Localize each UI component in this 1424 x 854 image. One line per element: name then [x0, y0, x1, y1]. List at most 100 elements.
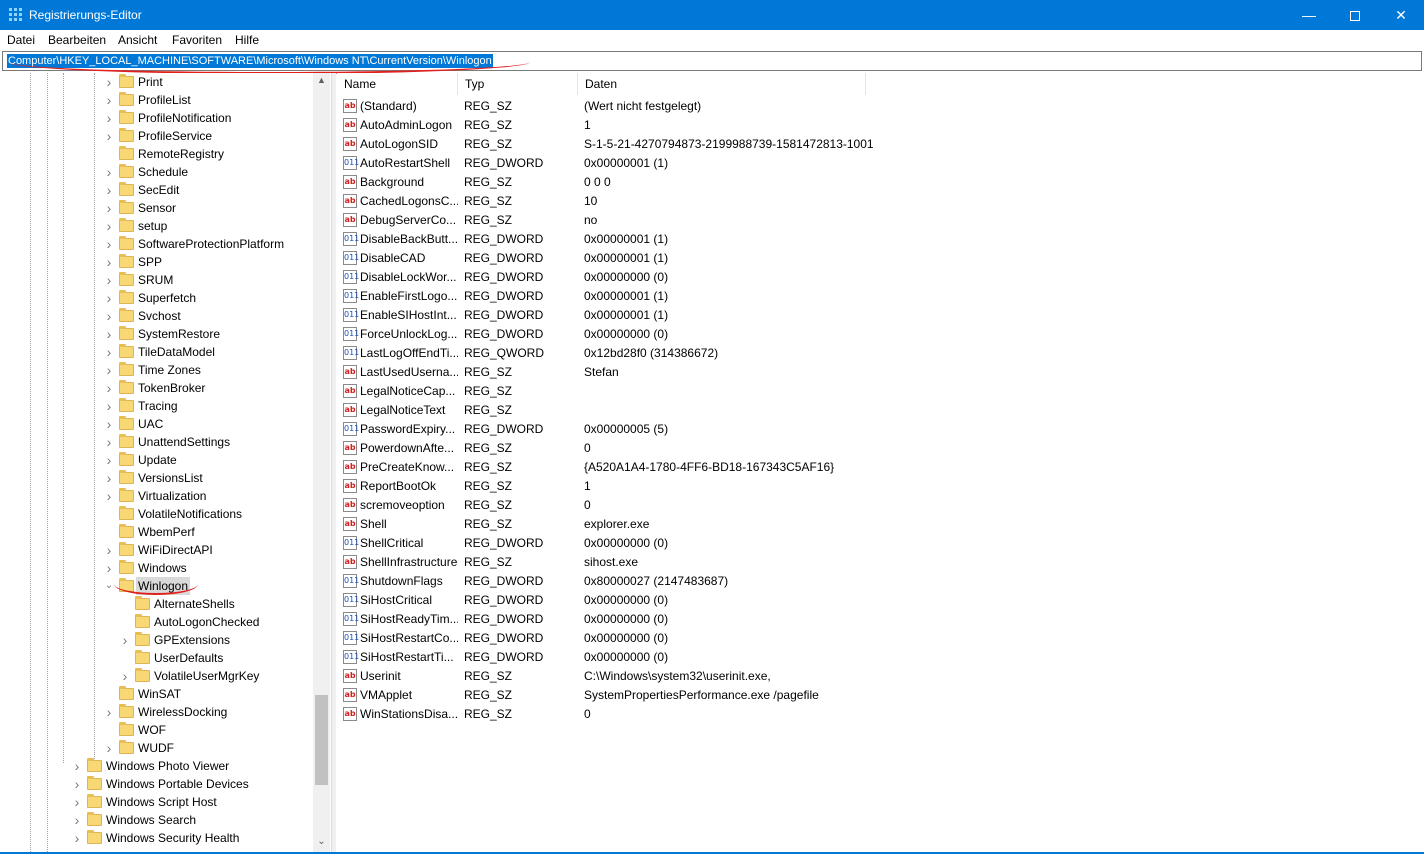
column-header-typ[interactable]: Typ — [458, 73, 578, 95]
tree-item[interactable]: AutoLogonChecked — [0, 613, 313, 631]
tree-item[interactable]: › TileDataModel — [0, 343, 313, 361]
menu-hilfe[interactable]: Hilfe — [235, 33, 259, 47]
table-row[interactable]: ab CachedLogonsC... REG_SZ 10 — [337, 192, 1424, 211]
scroll-up-icon[interactable]: ▲ — [313, 75, 330, 85]
table-row[interactable]: 011 DisableBackButt... REG_DWORD 0x00000001… — [337, 230, 1424, 249]
chevron-right-icon[interactable]: › — [104, 271, 114, 289]
chevron-right-icon[interactable]: › — [104, 307, 114, 325]
chevron-right-icon[interactable]: › — [104, 739, 114, 757]
close-button[interactable]: ✕ — [1378, 0, 1424, 30]
tree-item[interactable]: › UAC — [0, 415, 313, 433]
table-row[interactable]: ab PreCreateKnow... REG_SZ {A520A1A4-1780-4… — [337, 458, 1424, 477]
tree-item[interactable]: WbemPerf — [0, 523, 313, 541]
tree-item[interactable]: RemoteRegistry — [0, 145, 313, 163]
table-row[interactable]: ab LastUsedUserna... REG_SZ Stefan — [337, 363, 1424, 382]
table-row[interactable]: ab Userinit REG_SZ C:\Windows\system32\user… — [337, 667, 1424, 686]
chevron-right-icon[interactable]: › — [72, 829, 82, 847]
chevron-right-icon[interactable]: › — [104, 397, 114, 415]
menu-favoriten[interactable]: Favoriten — [172, 33, 222, 47]
column-header-daten[interactable]: Daten — [578, 73, 866, 95]
tree-item[interactable]: WOF — [0, 721, 313, 739]
table-row[interactable]: ab AutoAdminLogon REG_SZ 1 — [337, 116, 1424, 135]
tree-scrollbar[interactable]: ▲ ⌄ — [313, 73, 330, 852]
tree-item[interactable]: › Windows Photo Viewer — [0, 757, 313, 775]
chevron-right-icon[interactable]: › — [120, 631, 130, 649]
chevron-right-icon[interactable]: › — [72, 793, 82, 811]
chevron-right-icon[interactable]: › — [104, 73, 114, 91]
tree-item[interactable]: › Schedule — [0, 163, 313, 181]
tree-item[interactable]: › Virtualization — [0, 487, 313, 505]
scrollbar-thumb[interactable] — [315, 695, 328, 785]
chevron-right-icon[interactable]: › — [104, 289, 114, 307]
tree-item[interactable]: › ProfileNotification — [0, 109, 313, 127]
tree-item[interactable]: › SRUM — [0, 271, 313, 289]
chevron-right-icon[interactable]: › — [104, 451, 114, 469]
chevron-right-icon[interactable]: › — [104, 703, 114, 721]
chevron-down-icon[interactable]: ⌄ — [104, 577, 114, 595]
tree-item[interactable]: › WiFiDirectAPI — [0, 541, 313, 559]
chevron-right-icon[interactable]: › — [104, 181, 114, 199]
column-header-name[interactable]: Name — [337, 73, 458, 95]
chevron-right-icon[interactable]: › — [104, 415, 114, 433]
tree-item[interactable]: › Windows Portable Devices — [0, 775, 313, 793]
tree-item[interactable]: › GPExtensions — [0, 631, 313, 649]
table-row[interactable]: ab Background REG_SZ 0 0 0 — [337, 173, 1424, 192]
tree-item[interactable]: › Update — [0, 451, 313, 469]
tree-item[interactable]: AlternateShells — [0, 595, 313, 613]
tree-item[interactable]: › ProfileService — [0, 127, 313, 145]
chevron-right-icon[interactable]: › — [104, 91, 114, 109]
chevron-right-icon[interactable]: › — [104, 325, 114, 343]
table-row[interactable]: ab ReportBootOk REG_SZ 1 — [337, 477, 1424, 496]
tree-item[interactable]: UserDefaults — [0, 649, 313, 667]
pane-splitter[interactable] — [332, 73, 336, 854]
chevron-right-icon[interactable]: › — [104, 469, 114, 487]
menu-bearbeiten[interactable]: Bearbeiten — [48, 33, 106, 47]
tree-item[interactable]: › WirelessDocking — [0, 703, 313, 721]
tree-item[interactable]: › VersionsList — [0, 469, 313, 487]
tree-item[interactable]: › Windows Script Host — [0, 793, 313, 811]
table-row[interactable]: ab AutoLogonSID REG_SZ S-1-5-21-4270794873-… — [337, 135, 1424, 154]
table-row[interactable]: ab (Standard) REG_SZ (Wert nicht festgelegt… — [337, 97, 1424, 116]
tree-item[interactable]: › SecEdit — [0, 181, 313, 199]
scroll-down-icon[interactable]: ⌄ — [313, 836, 330, 847]
tree-item[interactable]: › Sensor — [0, 199, 313, 217]
tree-item[interactable]: › ProfileList — [0, 91, 313, 109]
table-row[interactable]: ab PowerdownAfte... REG_SZ 0 — [337, 439, 1424, 458]
tree-item[interactable]: › Time Zones — [0, 361, 313, 379]
tree-item[interactable]: › WUDF — [0, 739, 313, 757]
chevron-right-icon[interactable]: › — [104, 217, 114, 235]
table-row[interactable]: ab WinStationsDisa... REG_SZ 0 — [337, 705, 1424, 724]
table-row[interactable]: 011 SiHostCritical REG_DWORD 0x00000000 (0) — [337, 591, 1424, 610]
table-row[interactable]: 011 EnableSIHostInt... REG_DWORD 0x00000001… — [337, 306, 1424, 325]
tree-item[interactable]: VolatileNotifications — [0, 505, 313, 523]
chevron-right-icon[interactable]: › — [72, 811, 82, 829]
table-row[interactable]: ab VMApplet REG_SZ SystemPropertiesPerforma… — [337, 686, 1424, 705]
table-row[interactable]: 011 ShellCritical REG_DWORD 0x00000000 (0) — [337, 534, 1424, 553]
tree-item[interactable]: › Superfetch — [0, 289, 313, 307]
chevron-right-icon[interactable]: › — [104, 433, 114, 451]
minimize-button[interactable]: — — [1286, 0, 1332, 30]
tree-item[interactable]: › Svchost — [0, 307, 313, 325]
chevron-right-icon[interactable]: › — [104, 379, 114, 397]
tree-item[interactable]: › Windows Security Health — [0, 829, 313, 847]
values-list[interactable]: Name Typ Daten ab (Standard) REG_SZ (Wert n… — [337, 73, 1424, 854]
table-row[interactable]: 011 SiHostRestartTi... REG_DWORD 0x00000000… — [337, 648, 1424, 667]
chevron-right-icon[interactable]: › — [104, 199, 114, 217]
tree-item[interactable]: › SoftwareProtectionPlatform — [0, 235, 313, 253]
table-row[interactable]: 011 DisableCAD REG_DWORD 0x00000001 (1) — [337, 249, 1424, 268]
tree-item[interactable]: › Windows Search — [0, 811, 313, 829]
tree-item[interactable]: › SystemRestore — [0, 325, 313, 343]
maximize-button[interactable] — [1332, 0, 1378, 30]
table-row[interactable]: 011 PasswordExpiry... REG_DWORD 0x00000005 … — [337, 420, 1424, 439]
tree-item[interactable]: › Print — [0, 73, 313, 91]
chevron-right-icon[interactable]: › — [104, 109, 114, 127]
chevron-right-icon[interactable]: › — [104, 487, 114, 505]
tree-item[interactable]: › Windows — [0, 559, 313, 577]
table-row[interactable]: ab LegalNoticeCap... REG_SZ — [337, 382, 1424, 401]
chevron-right-icon[interactable]: › — [104, 361, 114, 379]
menu-ansicht[interactable]: Ansicht — [118, 33, 157, 47]
tree-item[interactable]: › VolatileUserMgrKey — [0, 667, 313, 685]
menu-datei[interactable]: Datei — [7, 33, 35, 47]
table-row[interactable]: 011 ShutdownFlags REG_DWORD 0x80000027 (214… — [337, 572, 1424, 591]
table-row[interactable]: ab DebugServerCo... REG_SZ no — [337, 211, 1424, 230]
